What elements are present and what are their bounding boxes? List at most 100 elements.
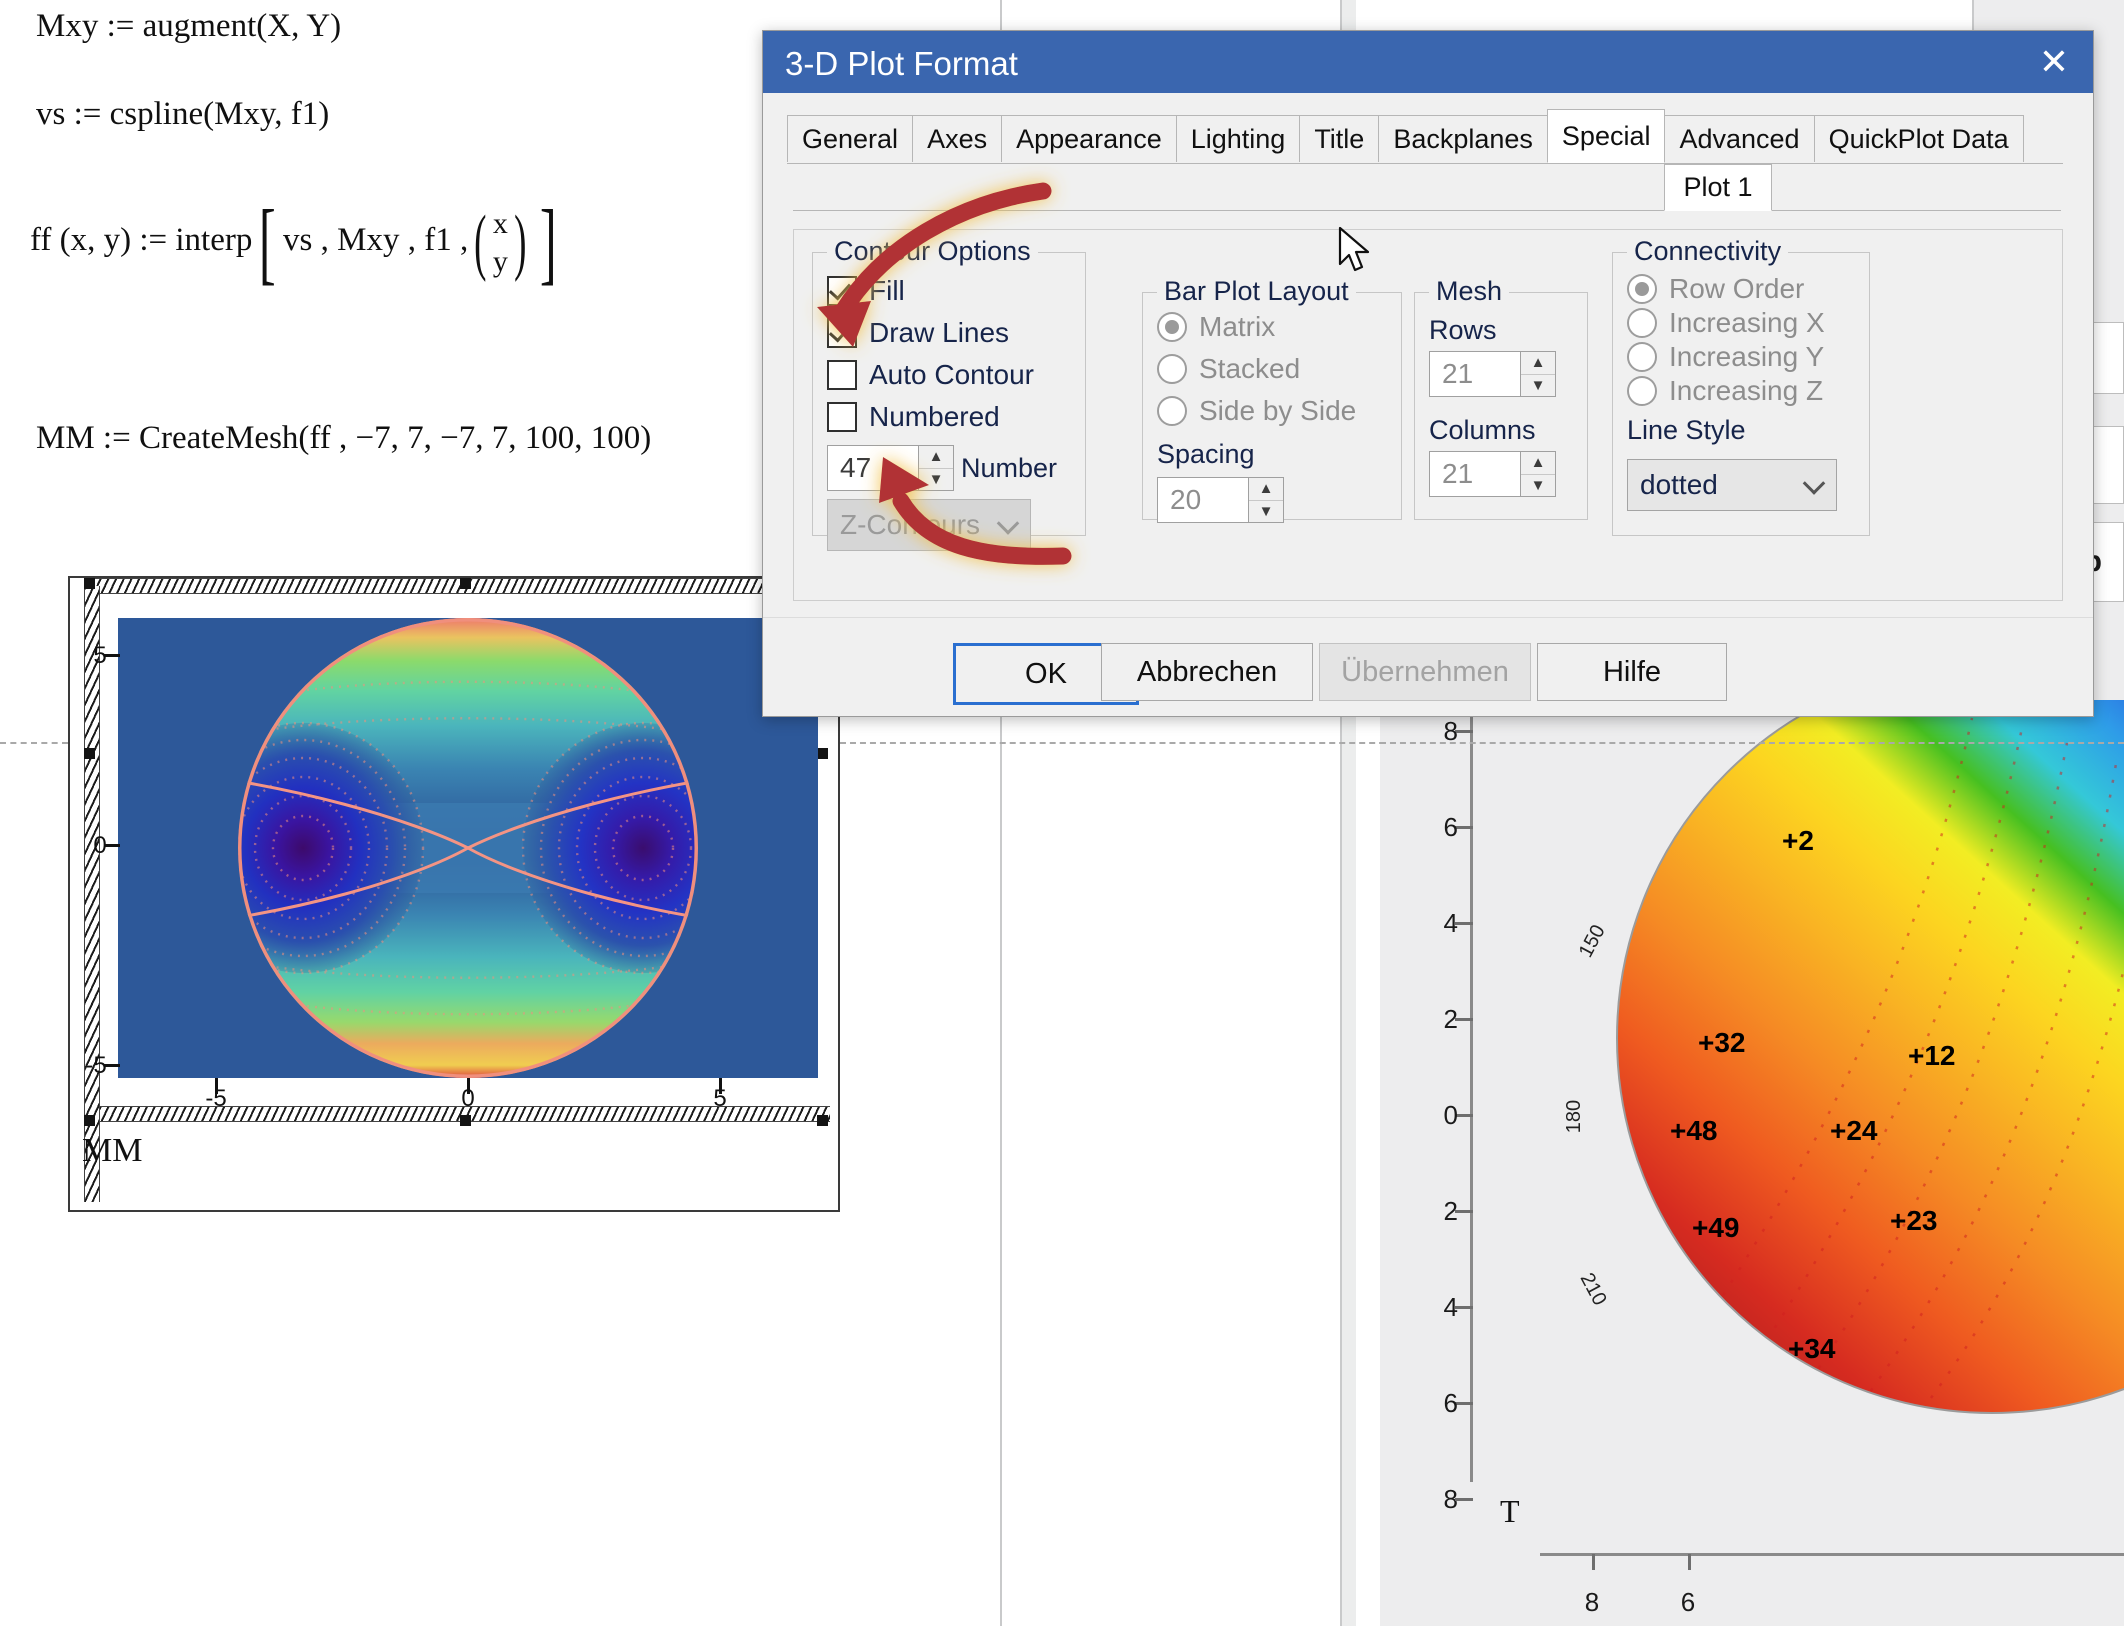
contour-plot-canvas[interactable] bbox=[118, 618, 818, 1078]
polar-contour-disc bbox=[1612, 700, 2124, 1418]
contour-number-stepper[interactable]: 47 ▲ ▼ bbox=[827, 445, 954, 491]
contour-xtick-m5 bbox=[215, 1078, 218, 1094]
polar-xlabel-6: 6 bbox=[1680, 1587, 1696, 1617]
apply-button: Übernehmen bbox=[1319, 643, 1531, 701]
close-icon[interactable]: ✕ bbox=[2015, 31, 2093, 93]
resize-handle-top-left[interactable] bbox=[84, 578, 95, 589]
resize-handle-bottom-left[interactable] bbox=[84, 1115, 95, 1126]
resize-handle-bottom-right[interactable] bbox=[817, 1115, 828, 1126]
radio-stacked-dot[interactable] bbox=[1157, 354, 1187, 384]
checkbox-auto-contour[interactable]: Auto Contour bbox=[827, 359, 1034, 391]
cancel-button[interactable]: Abbrechen bbox=[1101, 643, 1313, 701]
radio-stacked[interactable]: Stacked bbox=[1157, 353, 1300, 385]
spacing-stepper[interactable]: 20 ▲ ▼ bbox=[1157, 477, 1284, 523]
mesh-rows-stepper[interactable]: 21 ▲ ▼ bbox=[1429, 351, 1556, 397]
contour-options-legend: Contour Options bbox=[827, 236, 1038, 267]
radio-matrix-dot[interactable] bbox=[1157, 312, 1187, 342]
contour-axis-select-value: Z-Contours bbox=[840, 509, 981, 540]
contour-xtick-5 bbox=[719, 1078, 722, 1094]
checkbox-draw-lines-box[interactable] bbox=[827, 318, 857, 348]
polar-guide-line bbox=[1380, 742, 2124, 744]
tab-advanced[interactable]: Advanced bbox=[1664, 115, 1815, 162]
mesh-columns-label: Columns bbox=[1429, 415, 1536, 445]
spinner-down-icon[interactable]: ▼ bbox=[1521, 375, 1555, 397]
tab-axes[interactable]: Axes bbox=[912, 115, 1003, 162]
resize-handle-bottom-center[interactable] bbox=[460, 1115, 471, 1126]
polar-xtick-8 bbox=[1592, 1554, 1595, 1570]
tab-general[interactable]: General bbox=[787, 115, 914, 162]
radio-increasing-y[interactable]: Increasing Y bbox=[1627, 341, 1824, 373]
polar-ylabel-8b: 8 bbox=[1443, 1484, 1458, 1514]
radio-row-order-dot[interactable] bbox=[1627, 274, 1657, 304]
spacing-spin-buttons[interactable]: ▲ ▼ bbox=[1248, 477, 1284, 523]
checkbox-numbered-box[interactable] bbox=[827, 402, 857, 432]
radio-increasing-z[interactable]: Increasing Z bbox=[1627, 375, 1823, 407]
spinner-up-icon[interactable]: ▲ bbox=[1521, 452, 1555, 475]
spinner-up-icon[interactable]: ▲ bbox=[1521, 352, 1555, 375]
mouse-cursor-icon bbox=[1338, 226, 1370, 272]
math-expression-vs: vs := cspline(Mxy, f1) bbox=[36, 96, 330, 132]
dialog-titlebar[interactable]: 3-D Plot Format ✕ bbox=[763, 31, 2093, 93]
checkbox-draw-lines[interactable]: Draw Lines bbox=[827, 317, 1009, 349]
spinner-down-icon[interactable]: ▼ bbox=[1521, 475, 1555, 497]
mesh-rows-input[interactable]: 21 bbox=[1429, 351, 1520, 397]
paren-close-icon: ) bbox=[514, 200, 527, 283]
tab-quickplot-data[interactable]: QuickPlot Data bbox=[1813, 115, 2024, 162]
radio-side-by-side[interactable]: Side by Side bbox=[1157, 395, 1356, 427]
checkbox-numbered[interactable]: Numbered bbox=[827, 401, 1000, 433]
polar-ylabel-4b: 4 bbox=[1443, 1292, 1458, 1322]
spacing-input[interactable]: 20 bbox=[1157, 477, 1248, 523]
tab-backplanes[interactable]: Backplanes bbox=[1378, 115, 1548, 162]
tab-title[interactable]: Title bbox=[1299, 115, 1380, 162]
polar-xlabel-8: 8 bbox=[1584, 1587, 1600, 1617]
help-button[interactable]: Hilfe bbox=[1537, 643, 1727, 701]
checkbox-auto-contour-box[interactable] bbox=[827, 360, 857, 390]
line-style-select[interactable]: dotted bbox=[1627, 459, 1837, 511]
contour-number-spin-buttons[interactable]: ▲ ▼ bbox=[918, 445, 954, 491]
mesh-columns-input[interactable]: 21 bbox=[1429, 451, 1520, 497]
bar-plot-layout-legend: Bar Plot Layout bbox=[1157, 276, 1356, 307]
spinner-up-icon[interactable]: ▲ bbox=[919, 446, 953, 469]
checkbox-fill-box[interactable] bbox=[827, 276, 857, 306]
polar-angle-label-150: 150 bbox=[1574, 921, 1610, 962]
checkbox-fill-label: Fill bbox=[869, 275, 905, 306]
checkbox-fill[interactable]: Fill bbox=[827, 275, 905, 307]
radio-side-by-side-dot[interactable] bbox=[1157, 396, 1187, 426]
dialog-button-separator bbox=[763, 617, 2093, 618]
checkbox-auto-contour-label: Auto Contour bbox=[869, 359, 1034, 390]
worksheet-guide-left bbox=[0, 742, 68, 744]
resize-handle-mid-left[interactable] bbox=[84, 748, 95, 759]
polar-ylabel-4t: 4 bbox=[1443, 908, 1458, 938]
radio-increasing-x-dot[interactable] bbox=[1627, 308, 1657, 338]
polar-data-label-3: +48 bbox=[1670, 1115, 1718, 1146]
radio-row-order[interactable]: Row Order bbox=[1627, 273, 1804, 305]
resize-handle-top-center[interactable] bbox=[460, 578, 471, 589]
dialog-subtabstrip: Plot 1 bbox=[793, 164, 2061, 211]
spinner-up-icon[interactable]: ▲ bbox=[1249, 478, 1283, 501]
plot-format-dialog[interactable]: 3-D Plot Format ✕ General Axes Appearanc… bbox=[762, 30, 2094, 717]
polar-data-label-1: +32 bbox=[1698, 1027, 1746, 1058]
polar-plot-caption: T bbox=[1500, 1493, 1520, 1529]
resize-handle-mid-right[interactable] bbox=[817, 748, 828, 759]
math-column-vector: x y bbox=[493, 205, 508, 280]
mesh-columns-spin-buttons[interactable]: ▲ ▼ bbox=[1520, 451, 1556, 497]
subtab-plot-1[interactable]: Plot 1 bbox=[1664, 164, 1772, 211]
polar-data-label-2: +12 bbox=[1908, 1040, 1956, 1071]
tab-appearance[interactable]: Appearance bbox=[1001, 115, 1177, 162]
contour-number-input[interactable]: 47 bbox=[827, 445, 918, 491]
mesh-rows-spin-buttons[interactable]: ▲ ▼ bbox=[1520, 351, 1556, 397]
contour-axis-select[interactable]: Z-Contours bbox=[827, 499, 1031, 551]
tab-lighting[interactable]: Lighting bbox=[1175, 115, 1301, 162]
radio-increasing-x[interactable]: Increasing X bbox=[1627, 307, 1825, 339]
contour-ytick-5 bbox=[104, 654, 120, 657]
radio-increasing-z-dot[interactable] bbox=[1627, 376, 1657, 406]
radio-matrix[interactable]: Matrix bbox=[1157, 311, 1275, 343]
radio-increasing-x-label: Increasing X bbox=[1669, 307, 1825, 338]
polar-plot-area[interactable]: 8 6 4 2 0 2 4 6 8 8 6 +2 +32 +12 +48 +24… bbox=[1380, 700, 2124, 1626]
contour-ytick-0 bbox=[104, 844, 120, 847]
spinner-down-icon[interactable]: ▼ bbox=[919, 469, 953, 491]
spinner-down-icon[interactable]: ▼ bbox=[1249, 501, 1283, 523]
tab-special[interactable]: Special bbox=[1546, 109, 1666, 163]
radio-increasing-y-dot[interactable] bbox=[1627, 342, 1657, 372]
mesh-columns-stepper[interactable]: 21 ▲ ▼ bbox=[1429, 451, 1556, 497]
